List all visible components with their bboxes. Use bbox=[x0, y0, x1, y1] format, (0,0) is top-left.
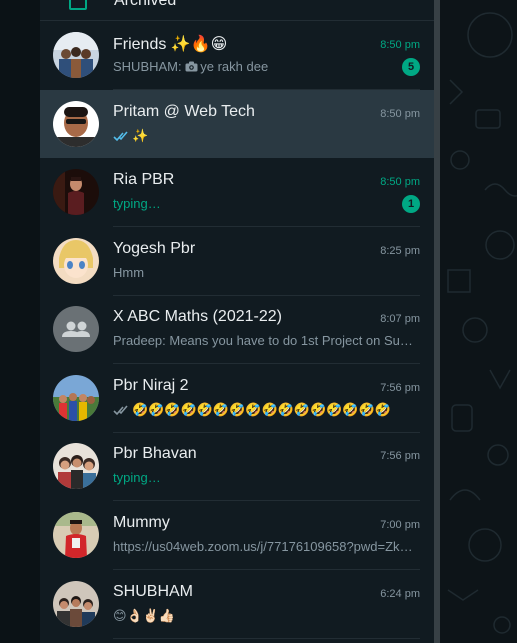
avatar[interactable] bbox=[53, 169, 99, 215]
conversation-wallpaper bbox=[440, 0, 517, 643]
avatar[interactable] bbox=[53, 32, 99, 78]
avatar[interactable] bbox=[53, 101, 99, 147]
double-tick-delivered-icon bbox=[113, 404, 129, 419]
chat-name: X ABC Maths (2021-22) bbox=[113, 308, 282, 325]
archived-label: Archived bbox=[114, 0, 177, 9]
chat-time: 6:24 pm bbox=[380, 588, 420, 600]
chat-time: 8:07 pm bbox=[380, 313, 420, 325]
chat-row-shubham[interactable]: SHUBHAM 6:24 pm 😊👌🏻✌🏻👍🏻 bbox=[40, 570, 434, 639]
chat-time: 7:00 pm bbox=[380, 519, 420, 531]
app-sidebar-edge bbox=[0, 0, 40, 643]
chat-preview: typing… bbox=[113, 470, 413, 485]
preview-text: Hmm bbox=[113, 265, 145, 280]
chat-time: 8:50 pm bbox=[380, 176, 420, 188]
chat-time: 8:25 pm bbox=[380, 245, 420, 257]
chat-row-friends[interactable]: Friends ✨🔥😁 8:50 pm SHUBHAM: ye rakh dee… bbox=[40, 21, 434, 90]
chat-preview: https://us04web.zoom.us/j/77176109658?pw… bbox=[113, 539, 413, 554]
preview-text: 😊👌🏻✌🏻👍🏻 bbox=[113, 608, 176, 623]
preview-text: ye rakh dee bbox=[200, 59, 269, 74]
chat-preview: Pradeep: Means you have to do 1st Projec… bbox=[113, 333, 413, 348]
preview-text: 🤣🤣🤣🤣🤣🤣🤣🤣🤣🤣🤣🤣🤣🤣🤣🤣 bbox=[132, 402, 391, 417]
chat-name: Pbr Niraj 2 bbox=[113, 377, 189, 394]
chat-time: 7:56 pm bbox=[380, 450, 420, 462]
whatsapp-window: Archived Friends ✨🔥😁 8:50 pm SHUBHAM: ye… bbox=[0, 0, 517, 643]
chat-list: Archived Friends ✨🔥😁 8:50 pm SHUBHAM: ye… bbox=[40, 0, 434, 643]
chat-name: Yogesh Pbr bbox=[113, 240, 196, 257]
chat-row-yogesh-pbr[interactable]: Yogesh Pbr 8:25 pm Hmm bbox=[40, 227, 434, 296]
chat-time: 8:50 pm bbox=[380, 39, 420, 51]
preview-text: typing… bbox=[113, 470, 161, 485]
chat-name: Pritam @ Web Tech bbox=[113, 103, 255, 120]
chat-row-pritam[interactable]: Pritam @ Web Tech 8:50 pm ✨ bbox=[40, 90, 434, 158]
preview-text: ✨ bbox=[132, 128, 149, 143]
double-tick-read-icon bbox=[113, 130, 129, 145]
chat-name: Friends ✨🔥😁 bbox=[113, 36, 228, 53]
avatar[interactable] bbox=[53, 238, 99, 284]
chat-preview: 😊👌🏻✌🏻👍🏻 bbox=[113, 608, 413, 624]
preview-text: typing… bbox=[113, 196, 161, 211]
preview-text: Pradeep: Means you have to do 1st Projec… bbox=[113, 333, 413, 348]
chat-name: Mummy bbox=[113, 514, 170, 531]
chat-time: 8:50 pm bbox=[380, 108, 420, 120]
chat-row-pbr-bhavan[interactable]: Pbr Bhavan 7:56 pm typing… bbox=[40, 432, 434, 501]
group-placeholder-icon[interactable] bbox=[53, 306, 99, 352]
chat-preview: SHUBHAM: ye rakh dee bbox=[113, 59, 383, 75]
chat-time: 7:56 pm bbox=[380, 382, 420, 394]
chat-name: Pbr Bhavan bbox=[113, 445, 197, 462]
preview-sender: SHUBHAM: bbox=[113, 59, 182, 74]
chat-name: Ria PBR bbox=[113, 171, 175, 188]
chat-preview: Hmm bbox=[113, 265, 413, 280]
chat-row-ria-pbr[interactable]: Ria PBR 8:50 pm typing… 1 bbox=[40, 158, 434, 227]
chat-preview: typing… bbox=[113, 196, 383, 211]
camera-icon bbox=[185, 60, 198, 75]
chat-preview: ✨ bbox=[113, 128, 413, 145]
chat-row-mummy[interactable]: Mummy 7:00 pm https://us04web.zoom.us/j/… bbox=[40, 501, 434, 570]
avatar[interactable] bbox=[53, 512, 99, 558]
chat-preview: 🤣🤣🤣🤣🤣🤣🤣🤣🤣🤣🤣🤣🤣🤣🤣🤣 bbox=[113, 402, 413, 419]
avatar[interactable] bbox=[53, 581, 99, 627]
archive-icon bbox=[69, 0, 87, 10]
avatar[interactable] bbox=[53, 443, 99, 489]
chat-name: SHUBHAM bbox=[113, 583, 194, 600]
archived-row[interactable]: Archived bbox=[40, 0, 434, 21]
chat-row-x-abc-maths[interactable]: X ABC Maths (2021-22) 8:07 pm Pradeep: M… bbox=[40, 295, 434, 364]
chat-row-pbr-niraj-2[interactable]: Pbr Niraj 2 7:56 pm 🤣🤣🤣🤣🤣🤣🤣🤣🤣🤣🤣🤣🤣🤣🤣🤣 bbox=[40, 364, 434, 433]
preview-text: https://us04web.zoom.us/j/77176109658?pw… bbox=[113, 539, 413, 554]
unread-badge: 5 bbox=[402, 58, 420, 76]
unread-badge: 1 bbox=[402, 195, 420, 213]
avatar[interactable] bbox=[53, 375, 99, 421]
